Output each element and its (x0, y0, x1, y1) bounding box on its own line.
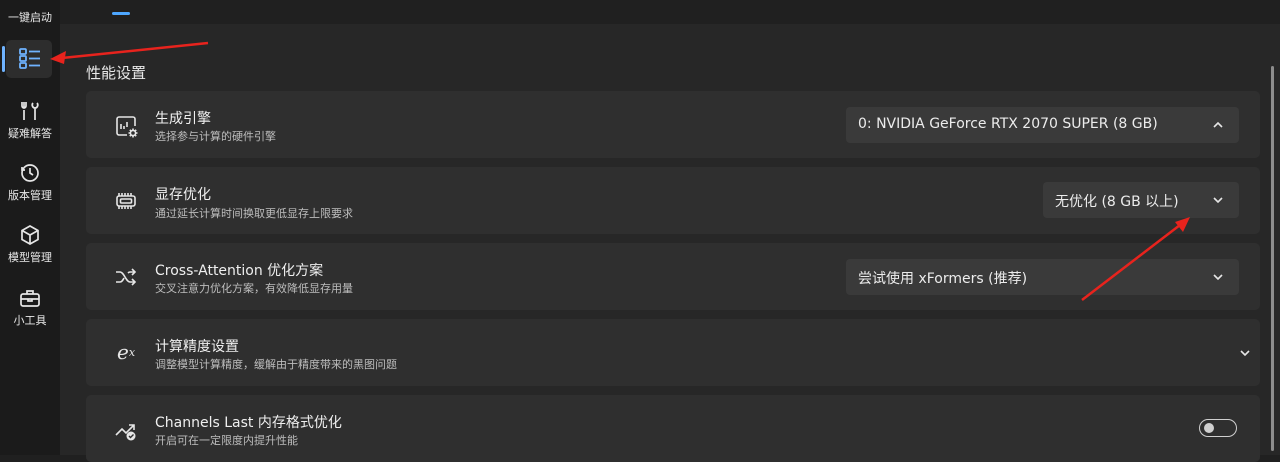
toolbox-icon (19, 287, 41, 309)
setting-subtitle: 选择参与计算的硬件引擎 (155, 130, 276, 143)
chevron-up-icon (1211, 118, 1225, 132)
setting-subtitle: 调整模型计算精度，缓解由于精度带来的黑图问题 (155, 358, 397, 371)
toggle-knob (1204, 423, 1214, 433)
sidebar-item-label: 一键启动 (8, 11, 52, 24)
sidebar-item-version-management[interactable]: 版本管理 (0, 162, 60, 203)
setting-subtitle: 通过延长计算时间换取更低显存上限要求 (155, 207, 353, 220)
vram-optimization-select[interactable]: 无优化 (8 GB 以上) (1043, 182, 1239, 218)
sidebar-item-settings[interactable] (0, 46, 60, 70)
cross-attention-select-value: 尝试使用 xFormers (推荐) (858, 271, 1028, 287)
setting-title: Channels Last 内存格式优化 (155, 415, 342, 431)
engine-gear-icon (112, 112, 140, 140)
sidebar-item-troubleshooting[interactable]: 疑难解答 (0, 100, 60, 141)
active-tab-indicator (112, 12, 130, 15)
shuffle-icon (112, 263, 140, 291)
channels-last-toggle[interactable] (1199, 419, 1237, 437)
setting-subtitle: 交叉注意力优化方案，有效降低显存用量 (155, 282, 353, 295)
setting-compute-precision[interactable]: ex 计算精度设置 调整模型计算精度，缓解由于精度带来的黑图问题 (86, 319, 1260, 386)
cross-attention-select[interactable]: 尝试使用 xFormers (推荐) (846, 259, 1239, 295)
setting-channels-last: Channels Last 内存格式优化 开启可在一定限度内提升性能 (86, 395, 1260, 462)
setting-subtitle: 开启可在一定限度内提升性能 (155, 434, 298, 447)
section-title: 性能设置 (86, 64, 147, 82)
engine-select-value: 0: NVIDIA GeForce RTX 2070 SUPER (8 GB) (858, 116, 1158, 132)
sidebar-item-label: 版本管理 (8, 189, 52, 202)
sidebar-item-label: 疑难解答 (8, 127, 52, 140)
chevron-down-icon (1211, 193, 1225, 207)
top-tab-bar (60, 0, 1280, 24)
vram-select-value: 无优化 (8 GB 以上) (1055, 194, 1179, 210)
setting-cross-attention: Cross-Attention 优化方案 交叉注意力优化方案，有效降低显存用量 … (86, 243, 1260, 310)
setting-vram-optimization: 显存优化 通过延长计算时间换取更低显存上限要求 无优化 (8 GB 以上) (86, 167, 1260, 234)
sidebar-item-label: 小工具 (13, 314, 47, 327)
history-icon (19, 162, 41, 184)
cube-icon (19, 224, 41, 246)
list-icon (18, 46, 42, 70)
main-content: 性能设置 生成引擎 选择参与计算的硬件引擎 0: NVIDIA GeForce … (60, 0, 1280, 462)
chevron-down-icon (1211, 270, 1225, 284)
tools-icon (19, 100, 41, 122)
setting-title: 生成引擎 (155, 111, 211, 127)
setting-generation-engine: 生成引擎 选择参与计算的硬件引擎 0: NVIDIA GeForce RTX 2… (86, 91, 1260, 158)
setting-title: Cross-Attention 优化方案 (155, 263, 324, 279)
memory-chip-icon (112, 187, 140, 215)
exponent-icon: ex (116, 340, 136, 364)
chevron-down-icon[interactable] (1238, 345, 1252, 364)
trend-check-icon (112, 416, 140, 444)
sidebar-item-model-management[interactable]: 模型管理 (0, 224, 60, 265)
sidebar-item-one-click-launch[interactable]: 一键启动 (0, 6, 60, 25)
scrollbar[interactable] (1271, 66, 1274, 451)
setting-title: 显存优化 (155, 187, 211, 203)
sidebar: 一键启动 疑难解答 版本管理 模型管理 小工具 (0, 0, 60, 455)
sidebar-item-label: 模型管理 (8, 251, 52, 264)
engine-select[interactable]: 0: NVIDIA GeForce RTX 2070 SUPER (8 GB) (846, 107, 1239, 143)
sidebar-item-tools[interactable]: 小工具 (0, 287, 60, 328)
setting-title: 计算精度设置 (155, 339, 239, 355)
